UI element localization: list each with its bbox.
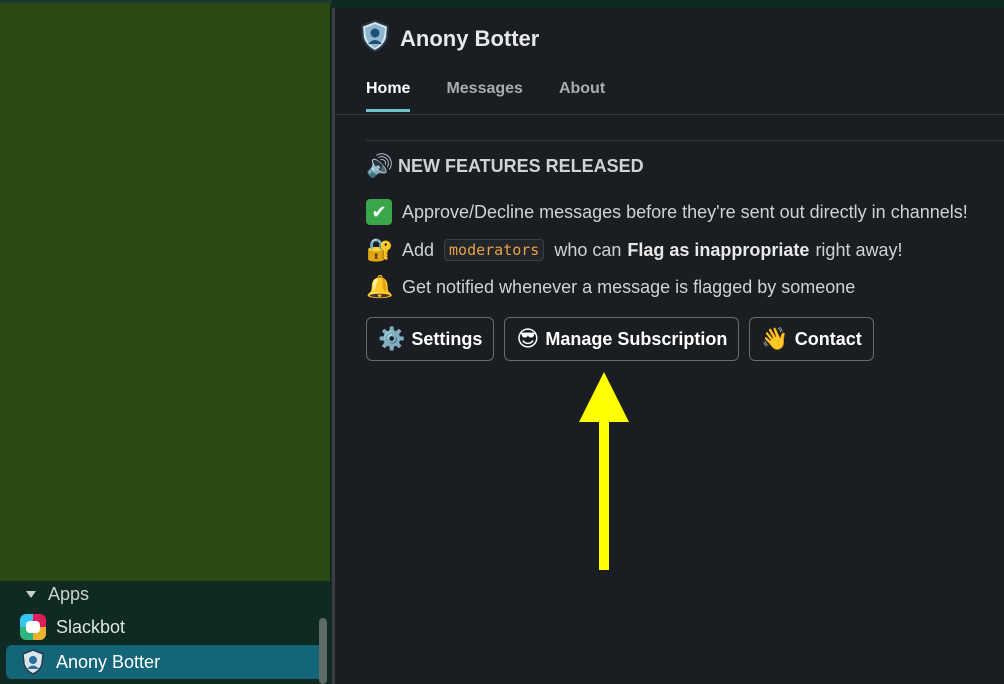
app-title: Anony Botter bbox=[400, 26, 540, 51]
sidebar-blank-area bbox=[0, 3, 330, 581]
feature-text-pre: Add bbox=[402, 239, 435, 260]
apps-section-header[interactable]: Apps bbox=[26, 582, 89, 606]
sidebar-scrollbar[interactable] bbox=[319, 618, 327, 684]
headline-text: NEW FEATURES RELEASED bbox=[398, 155, 644, 176]
contact-button[interactable]: 👋 Contact bbox=[749, 317, 874, 361]
moderators-code: moderators bbox=[444, 239, 545, 261]
manage-subscription-button[interactable]: 😎 Manage Subscription bbox=[504, 317, 740, 361]
anony-botter-avatar bbox=[20, 649, 46, 675]
tab-divider bbox=[335, 114, 1004, 115]
lock-with-key-icon: 🔐 bbox=[366, 237, 394, 262]
sidebar-item-slackbot[interactable]: Slackbot bbox=[6, 610, 324, 644]
action-buttons: ⚙️ Settings 😎 Manage Subscription 👋 Cont… bbox=[366, 317, 874, 361]
sunglasses-face-icon: 😎 bbox=[516, 326, 540, 351]
feature-text: Get notified whenever a message is flagg… bbox=[402, 276, 856, 297]
feature-text-post: right away! bbox=[815, 239, 903, 260]
button-label: Manage Subscription bbox=[545, 328, 728, 349]
feature-item-approve: ✔ Approve/Decline messages before they'r… bbox=[366, 198, 968, 226]
feature-text-bold: Flag as inappropriate bbox=[627, 239, 810, 260]
button-label: Contact bbox=[794, 328, 862, 349]
feature-text: Approve/Decline messages before they're … bbox=[402, 201, 968, 222]
features-headline: 🔊 NEW FEATURES RELEASED bbox=[366, 151, 644, 181]
feature-text-mid: who can bbox=[554, 239, 622, 260]
apps-section-label: Apps bbox=[48, 583, 90, 604]
sidebar-item-anony-botter[interactable]: Anony Botter bbox=[6, 645, 324, 679]
check-mark-icon: ✔ bbox=[366, 199, 392, 225]
sidebar-item-label: Anony Botter bbox=[56, 651, 161, 672]
app-home-pane: Anony Botter Home Messages About 🔊 NEW F… bbox=[335, 8, 1004, 684]
tab-about[interactable]: About bbox=[559, 80, 605, 112]
button-label: Settings bbox=[411, 328, 483, 349]
shield-icon bbox=[360, 19, 390, 58]
tab-home[interactable]: Home bbox=[366, 80, 411, 112]
caret-down-icon bbox=[26, 590, 36, 598]
tab-messages[interactable]: Messages bbox=[446, 80, 523, 112]
app-header: Anony Botter bbox=[360, 19, 540, 58]
waving-hand-icon: 👋 bbox=[761, 326, 789, 351]
sidebar-item-label: Slackbot bbox=[56, 616, 126, 637]
content-divider bbox=[366, 140, 1004, 141]
slackbot-avatar bbox=[20, 614, 46, 640]
tab-bar: Home Messages About bbox=[366, 80, 605, 112]
arrow-up-icon bbox=[579, 372, 629, 570]
bell-icon: 🔔 bbox=[366, 274, 394, 299]
feature-item-moderators: 🔐 Add moderators who can Flag as inappro… bbox=[366, 236, 902, 264]
settings-button[interactable]: ⚙️ Settings bbox=[366, 317, 495, 361]
screen: Apps Slackbot Anony Botter Anony Botter … bbox=[0, 0, 1004, 684]
speaker-icon: 🔊 bbox=[366, 153, 394, 178]
feature-item-notify: 🔔 Get notified whenever a message is fla… bbox=[366, 273, 855, 301]
main-top-strip bbox=[332, 0, 1004, 8]
gear-icon: ⚙️ bbox=[378, 326, 406, 351]
